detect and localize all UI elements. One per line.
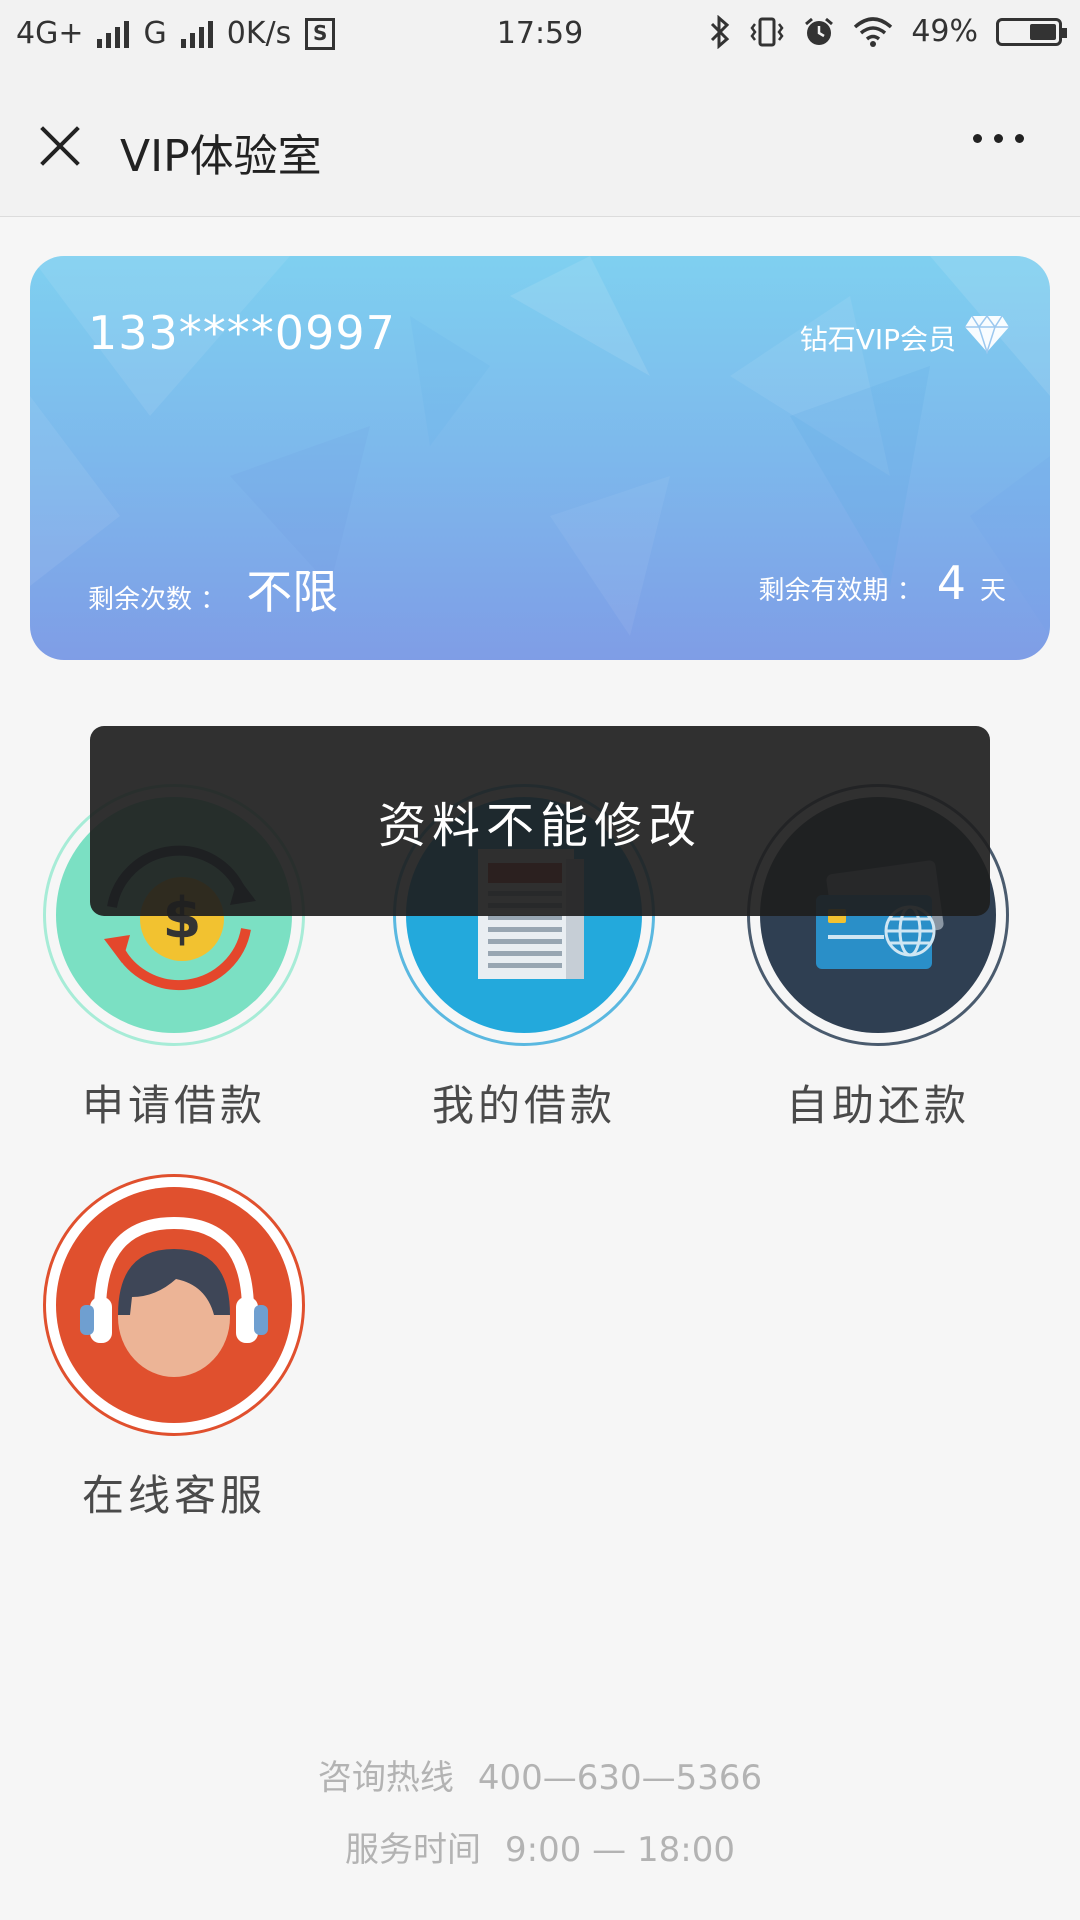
headset-agent-icon — [56, 1187, 292, 1423]
footer-service-hours: 服务时间 9:00 — 18:00 — [0, 1822, 1080, 1871]
vip-level-label: 钻石VIP会员 — [799, 322, 956, 356]
wifi-icon — [853, 16, 893, 47]
more-icon[interactable] — [973, 134, 1024, 143]
remaining-label: 剩余次数 ： — [88, 585, 227, 615]
diamond-icon — [964, 314, 1010, 361]
vibrate-icon — [749, 16, 785, 48]
card-phone-number: 133****0997 — [88, 306, 396, 360]
hours-label: 服务时间 — [345, 1830, 482, 1870]
bluetooth-icon — [709, 14, 731, 49]
status-bar: 4G+ G 0K/s S 17:59 49% — [0, 0, 1080, 72]
hours-value: 9:00 — 18:00 — [505, 1830, 735, 1870]
expiry-label: 剩余有效期 ： — [758, 576, 923, 606]
vip-level: 钻石VIP会员 — [800, 314, 1010, 361]
status-right: 49% — [709, 14, 1067, 49]
remaining-count: 剩余次数 ： 不限 — [88, 556, 338, 622]
nav-bar: VIP体验室 — [0, 72, 1080, 217]
footer-hotline: 咨询热线 400—630—5366 — [0, 1750, 1080, 1799]
online-service-circle — [43, 1174, 305, 1436]
hotline-label: 咨询热线 — [317, 1758, 454, 1798]
battery-percent: 49% — [911, 14, 978, 49]
vip-card: 133****0997 钻石VIP会员 剩余次数 ： 不限 剩余有效期 ： 4 … — [30, 256, 1050, 660]
expiry-value: 4 — [936, 556, 966, 610]
remaining-validity: 剩余有效期 ： 4 天 — [758, 556, 1006, 610]
battery-icon — [996, 17, 1067, 46]
menu-label: 在线客服 — [81, 1471, 266, 1520]
close-icon[interactable] — [32, 118, 88, 174]
remaining-value: 不限 — [246, 565, 339, 619]
alarm-icon — [803, 16, 835, 48]
menu-label: 我的借款 — [431, 1081, 616, 1130]
menu-label: 申请借款 — [81, 1081, 266, 1130]
menu-online-service[interactable]: 在线客服 — [24, 1174, 324, 1523]
page-title: VIP体验室 — [120, 131, 322, 182]
menu-label: 自助还款 — [785, 1081, 970, 1130]
toast-message: 资料不能修改 — [90, 726, 990, 916]
expiry-unit: 天 — [979, 576, 1006, 606]
hotline-value[interactable]: 400—630—5366 — [478, 1758, 762, 1798]
